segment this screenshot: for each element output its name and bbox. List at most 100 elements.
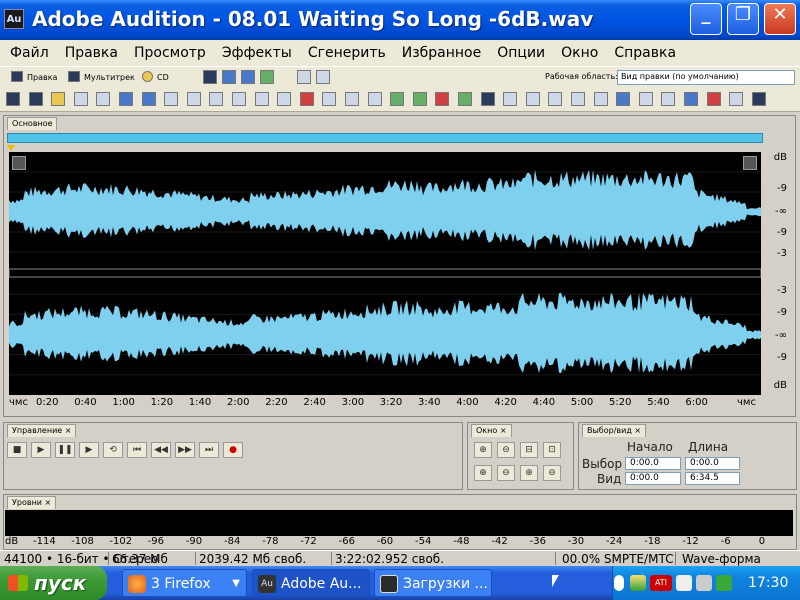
view-start-field[interactable]: 0:00.0 xyxy=(625,472,681,485)
loop-button[interactable]: ⟲ xyxy=(103,442,123,458)
waveform-view-icon[interactable] xyxy=(260,70,274,84)
mix-paste-icon[interactable] xyxy=(367,92,382,106)
zoom-corner-left-icon[interactable] xyxy=(12,156,26,170)
zoom-close-icon[interactable]: × xyxy=(500,426,507,435)
help-icon[interactable] xyxy=(684,92,698,106)
meter-icon[interactable] xyxy=(480,92,495,106)
batch-icon[interactable] xyxy=(638,92,653,106)
view-length-field[interactable]: 6:34.5 xyxy=(685,472,740,485)
spectral-pan-icon[interactable] xyxy=(222,70,236,84)
menu-options[interactable]: Опции xyxy=(489,45,553,61)
tray-collapse-icon[interactable] xyxy=(614,575,624,591)
scrub-tool-icon[interactable] xyxy=(593,92,608,106)
loop-icon[interactable] xyxy=(458,92,472,106)
open-icon[interactable] xyxy=(96,92,111,106)
time-select-tool-icon[interactable] xyxy=(503,92,518,106)
zoom-left-edge-icon[interactable]: ⊕ xyxy=(474,465,492,481)
go-to-end-button[interactable]: ⏭ xyxy=(199,442,219,458)
time-selection-tool-icon[interactable] xyxy=(297,70,311,84)
menu-view[interactable]: Просмотр xyxy=(126,45,214,61)
zoom-out-horizontal-icon[interactable]: ⊖ xyxy=(497,442,515,458)
redo-icon[interactable] xyxy=(232,92,246,106)
rewind-button[interactable]: ◀◀ xyxy=(151,442,171,458)
zoom-selection-icon[interactable]: ⊡ xyxy=(543,442,561,458)
effect-icon[interactable] xyxy=(616,92,631,106)
levels-close-icon[interactable]: × xyxy=(45,498,52,507)
cd-icon[interactable] xyxy=(51,92,66,106)
menu-window[interactable]: Окно xyxy=(553,45,606,61)
go-to-start-button[interactable]: ⏮ xyxy=(127,442,147,458)
copy-icon[interactable] xyxy=(322,92,337,106)
menu-help[interactable]: Справка xyxy=(606,45,684,61)
close-file-icon[interactable] xyxy=(164,92,179,106)
task-downloads[interactable]: Загрузки ... xyxy=(374,569,492,597)
markers-icon[interactable] xyxy=(412,92,427,106)
import-icon[interactable] xyxy=(186,92,201,106)
stop-button[interactable]: ■ xyxy=(7,442,27,458)
close-button[interactable]: ✕ xyxy=(764,3,796,35)
cd-view-button[interactable]: CD xyxy=(157,73,169,82)
snap-icon[interactable] xyxy=(435,92,450,106)
fast-forward-button[interactable]: ▶▶ xyxy=(175,442,195,458)
tab-main[interactable]: Основное xyxy=(7,117,57,130)
zoom-out-full-icon[interactable]: ⊟ xyxy=(520,442,538,458)
task-audition[interactable]: Au Adobe Au... xyxy=(252,569,370,597)
maximize-button[interactable]: ❐ xyxy=(727,3,759,35)
transport-close-icon[interactable]: × xyxy=(65,426,72,435)
minimize-button[interactable]: _ xyxy=(690,3,722,35)
marquee-tool-icon[interactable] xyxy=(316,70,330,84)
edit-view-button[interactable]: Правка xyxy=(27,73,57,82)
marquee-tool-icon[interactable] xyxy=(525,92,540,106)
analysis-icon[interactable] xyxy=(661,92,676,106)
lasso-tool-icon[interactable] xyxy=(548,92,563,106)
cd-icon[interactable] xyxy=(142,71,153,82)
zoom-corner-right-icon[interactable] xyxy=(743,156,757,170)
selection-close-icon[interactable]: × xyxy=(634,426,641,435)
noise-icon[interactable] xyxy=(729,92,744,106)
menu-generate[interactable]: Сгенерить xyxy=(300,45,394,61)
zoom-in-vertical-icon[interactable]: ⊕ xyxy=(520,465,538,481)
selection-start-field[interactable]: 0:00.0 xyxy=(625,457,681,470)
trim-icon[interactable] xyxy=(277,92,292,106)
delete-icon[interactable] xyxy=(254,92,269,106)
workspace-select[interactable]: Вид правки (по умолчанию) xyxy=(617,70,795,85)
tray-network-icon[interactable] xyxy=(630,575,646,591)
play-to-end-button[interactable]: ▶ xyxy=(79,442,99,458)
monitor-icon[interactable] xyxy=(751,92,766,106)
zoom-right-edge-icon[interactable]: ⊖ xyxy=(497,465,515,481)
tray-volume-icon[interactable] xyxy=(676,575,692,591)
tab-levels[interactable]: Уровни × xyxy=(7,496,57,509)
save-icon[interactable] xyxy=(119,92,133,106)
tab-zoom[interactable]: Окно × xyxy=(471,424,512,437)
tab-transport[interactable]: Управление × xyxy=(7,424,77,437)
time-ruler[interactable]: чмс 0:20 0:40 1:00 1:20 1:40 2:00 2:20 2:40 3:00 3… xyxy=(9,397,761,410)
edit-view-icon[interactable] xyxy=(11,71,23,82)
edit-view-icon[interactable] xyxy=(6,92,20,106)
tab-selection[interactable]: Выбор/вид × xyxy=(582,424,647,437)
cut-icon[interactable] xyxy=(299,92,314,106)
task-firefox[interactable]: 3 Firefox ▼ xyxy=(122,569,247,597)
zoom-out-vertical-icon[interactable]: ⊖ xyxy=(543,465,561,481)
brush-tool-icon[interactable] xyxy=(571,92,585,106)
multitrack-view-button[interactable]: Мультитрек xyxy=(84,73,135,82)
overview-bar[interactable] xyxy=(7,133,763,143)
group-chevron-down-icon[interactable]: ▼ xyxy=(232,570,240,596)
selection-length-field[interactable]: 0:00.0 xyxy=(685,457,740,470)
record-button[interactable]: ● xyxy=(223,442,243,458)
menu-effects[interactable]: Эффекты xyxy=(214,45,300,61)
pause-button[interactable]: ❚❚ xyxy=(55,442,75,458)
play-button[interactable]: ▶ xyxy=(31,442,51,458)
save-as-icon[interactable] xyxy=(141,92,156,106)
zoom-in-horizontal-icon[interactable]: ⊕ xyxy=(474,442,492,458)
spectral-phase-icon[interactable] xyxy=(241,70,255,84)
multitrack-icon[interactable] xyxy=(28,92,43,106)
tray-monitor-icon[interactable] xyxy=(696,575,712,591)
multitrack-view-icon[interactable] xyxy=(68,71,80,82)
menu-edit[interactable]: Правка xyxy=(57,45,126,61)
menu-favorites[interactable]: Избранное xyxy=(394,45,490,61)
tray-sync-icon[interactable] xyxy=(716,575,732,591)
spectral-icon[interactable] xyxy=(390,92,405,106)
undo-icon[interactable] xyxy=(209,92,224,106)
tray-ati-icon[interactable]: ATI xyxy=(650,575,672,591)
paste-icon[interactable] xyxy=(345,92,359,106)
